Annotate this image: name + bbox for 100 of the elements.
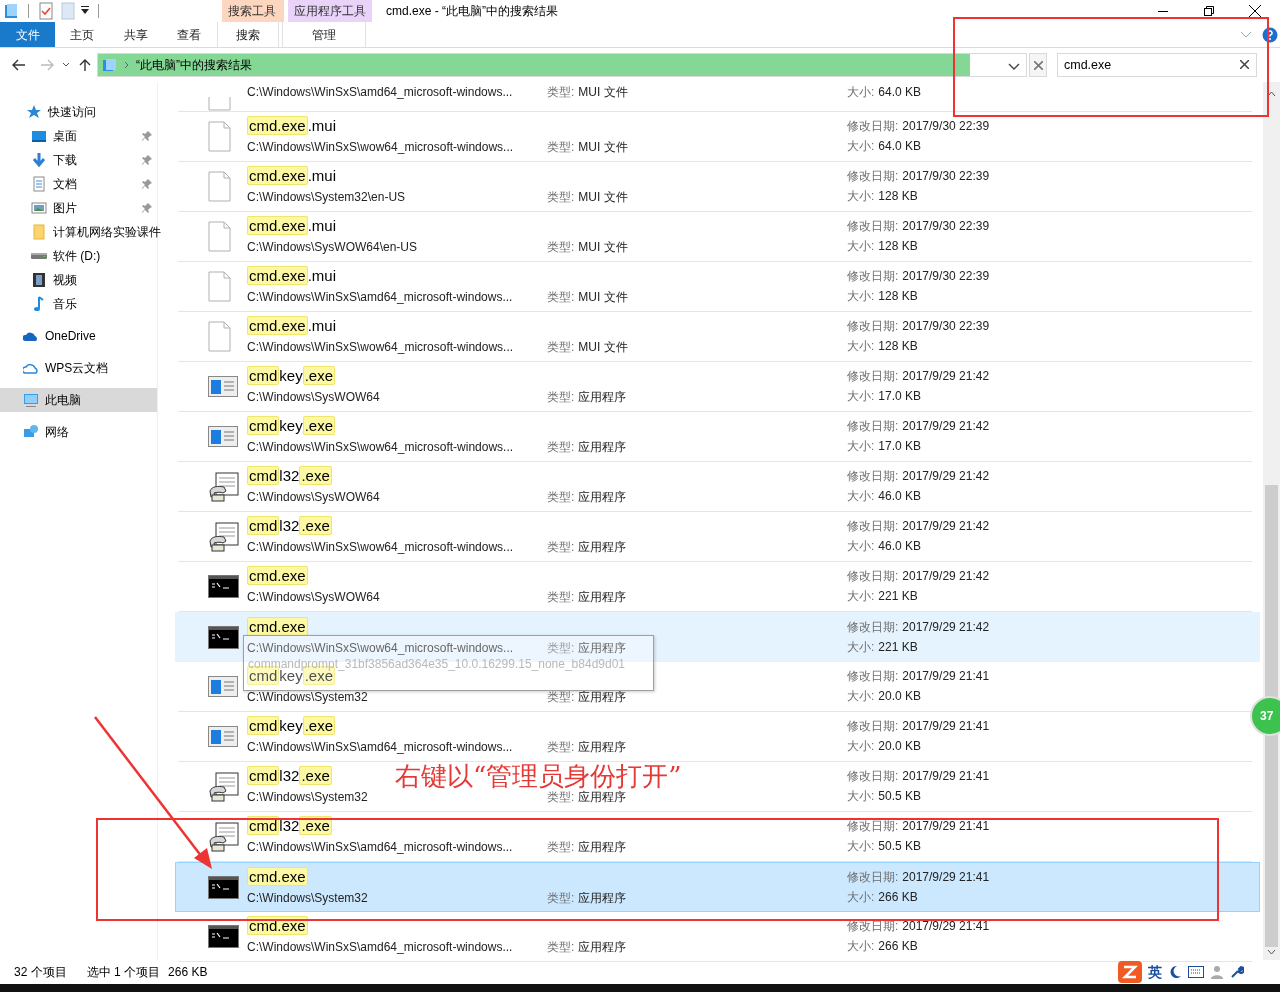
nav-item[interactable]: 网络: [0, 420, 157, 444]
file-row[interactable]: cmdl32.exe C:\Windows\WinSxS\wow64_microsoft-windows... 类型: 应用程序 修改日期: 2017/9/29 21:42 大小: 46.0 KB: [178, 512, 1253, 562]
file-row[interactable]: cmd.exe.mui C:\Windows\SysWOW64\en-US 类型: MUI 文件 修改日期: 2017/9/30 22:39 大小: 128 KB: [178, 212, 1253, 262]
file-row[interactable]: cmdkey.exe C:\Windows\WinSxS\amd64_microsoft-windows... 类型: 应用程序 修改日期: 2017/9/29 21:41 大小: 20.0 KB: [178, 712, 1253, 762]
file-row[interactable]: cmd.exe C:\Windows\System32 类型: 应用程序 修改日期: 2017/9/29 21:41 大小: 266 KB: [175, 862, 1261, 912]
console-icon: [208, 575, 239, 598]
ribbon-tab[interactable]: 主页: [55, 22, 109, 47]
type-value: 应用程序: [578, 891, 627, 905]
checked-document-icon[interactable]: [38, 2, 54, 20]
ribbon-tab[interactable]: 文件: [0, 22, 55, 47]
help-icon[interactable]: [1262, 26, 1278, 43]
nav-label: WPS云文档: [45, 360, 109, 377]
pin-icon[interactable]: [142, 131, 152, 141]
scroll-up-icon[interactable]: [1267, 91, 1277, 97]
type-value: 应用程序: [578, 840, 627, 854]
file-row[interactable]: cmd.exe.mui C:\Windows\WinSxS\amd64_microsoft-windows... 类型: MUI 文件 修改日期: 2017/9/30 22:39 大小: 128 KB: [178, 262, 1253, 312]
nav-item[interactable]: 下载: [0, 148, 157, 172]
chevron-down-icon[interactable]: [1008, 63, 1020, 71]
type-value: 应用程序: [578, 641, 627, 655]
ribbon-tab[interactable]: 共享: [109, 22, 162, 47]
ribbon-tab[interactable]: 管理: [282, 22, 366, 47]
dropdown-icon[interactable]: [80, 6, 90, 16]
size-value: 221 KB: [878, 640, 918, 654]
type-value: MUI 文件: [578, 240, 628, 254]
size-label: 大小:: [847, 739, 875, 753]
nav-item[interactable]: 音乐: [0, 292, 157, 316]
ribbon-tab[interactable]: 搜索: [217, 22, 279, 47]
ribbon-tab[interactable]: 查看: [162, 22, 216, 47]
size-label: 大小:: [847, 789, 875, 803]
file-row[interactable]: cmd.exe.mui C:\Windows\System32\en-US 类型: MUI 文件 修改日期: 2017/9/30 22:39 大小: 128 KB: [178, 162, 1253, 212]
type-label: 类型:: [547, 740, 575, 754]
forward-arrow-icon: [40, 59, 54, 71]
nav-label: 快速访问: [48, 104, 96, 121]
size-value: 128 KB: [878, 339, 918, 353]
file-row[interactable]: cmd.exe.mui C:\Windows\WinSxS\wow64_microsoft-windows... 类型: MUI 文件 修改日期: 2017/9/30 22:39 大小: 128 KB: [178, 312, 1253, 362]
clear-icon[interactable]: [1240, 60, 1249, 69]
date-value: 2017/9/29 21:41: [902, 870, 990, 884]
pin-icon[interactable]: [142, 155, 152, 165]
nav-item[interactable]: WPS云文档: [0, 356, 157, 380]
type-label: 类型:: [547, 940, 575, 954]
date-label: 修改日期:: [847, 620, 899, 634]
file-row[interactable]: C:\Windows\WinSxS\amd64_microsoft-windows... 类型: MUI 文件 大小: 64.0 KB: [178, 82, 1253, 112]
file-row[interactable]: cmd.exe C:\Windows\WinSxS\amd64_microsoft-windows... 类型: 应用程序 修改日期: 2017/9/29 21:41 大小: 266 KB: [178, 912, 1253, 962]
size-label: 大小:: [847, 939, 875, 953]
file-row[interactable]: cmdkey.exe C:\Windows\SysWOW64 类型: 应用程序 修改日期: 2017/9/29 21:42 大小: 17.0 KB: [178, 362, 1253, 412]
nav-label: 网络: [45, 424, 69, 441]
contextual-tab-header: 应用程序工具: [288, 0, 372, 22]
nav-item[interactable]: 快速访问: [0, 100, 157, 124]
type-label: 类型:: [547, 540, 575, 554]
pin-icon[interactable]: [142, 203, 152, 213]
file-row[interactable]: cmdl32.exe C:\Windows\SysWOW64 类型: 应用程序 修改日期: 2017/9/29 21:42 大小: 46.0 KB: [178, 462, 1253, 512]
nav-item[interactable]: 桌面: [0, 124, 157, 148]
keyboard-icon[interactable]: [1188, 966, 1204, 978]
window-icon: [208, 675, 238, 698]
annotation-text: 右键以“管理员身份打开”: [395, 763, 682, 789]
size-value: 20.0 KB: [878, 689, 922, 703]
cancel-button[interactable]: [1029, 53, 1047, 77]
date-label: 修改日期:: [847, 519, 899, 533]
file-path: C:\Windows\WinSxS\amd64_microsoft-windows...: [247, 839, 514, 856]
file-path: C:\Windows\System32: [247, 890, 369, 907]
size-value: 50.5 KB: [878, 839, 922, 853]
pin-icon[interactable]: [142, 179, 152, 189]
file-name: cmd.exe.mui: [247, 316, 338, 337]
file-path: C:\Windows\WinSxS\amd64_microsoft-windows...: [247, 939, 514, 956]
nav-item[interactable]: 文档: [0, 172, 157, 196]
type-value: MUI 文件: [578, 190, 628, 204]
folder-icon[interactable]: [3, 3, 19, 19]
nav-item[interactable]: 视频: [0, 268, 157, 292]
file-row[interactable]: cmd.exe.mui C:\Windows\WinSxS\wow64_microsoft-windows... 类型: MUI 文件 修改日期: 2017/9/30 22:39 大小: 64.0 KB: [178, 112, 1253, 162]
file-path: C:\Windows\WinSxS\amd64_microsoft-windows...: [247, 289, 514, 306]
person-icon[interactable]: [1210, 965, 1224, 979]
file-row[interactable]: cmdkey.exe C:\Windows\WinSxS\wow64_microsoft-windows... 类型: 应用程序 修改日期: 2017/9/29 21:42 大小: 17.0 KB: [178, 412, 1253, 462]
console-icon: [208, 625, 239, 649]
search-field[interactable]: cmd.exe: [1057, 53, 1257, 77]
file-name: cmd.exe: [247, 916, 309, 937]
date-value: 2017/9/29 21:42: [902, 569, 990, 583]
nav-item[interactable]: 软件 (D:): [0, 244, 157, 268]
breadcrumb[interactable]: “此电脑”中的搜索结果: [136, 56, 252, 74]
size-value: 46.0 KB: [878, 539, 922, 553]
date-value: 2017/9/29 21:42: [902, 519, 990, 533]
scroll-down-icon[interactable]: [1267, 949, 1277, 955]
chevron-right-icon[interactable]: [124, 61, 130, 69]
type-value: 应用程序: [578, 490, 627, 504]
nav-item[interactable]: 图片: [0, 196, 157, 220]
nav-item[interactable]: 此电脑: [0, 388, 157, 412]
size-label: 大小:: [847, 489, 875, 503]
wrench-icon[interactable]: [1230, 965, 1244, 979]
address-bar[interactable]: “此电脑”中的搜索结果: [97, 53, 1027, 77]
file-path: C:\Windows\SysWOW64: [247, 589, 381, 606]
nav-item[interactable]: OneDrive: [0, 324, 157, 348]
app-logo-icon[interactable]: [1118, 961, 1142, 983]
type-value: 应用程序: [578, 740, 627, 754]
file-path: C:\Windows\WinSxS\wow64_microsoft-windows...: [247, 139, 515, 156]
input-method-indicator[interactable]: 英: [1148, 961, 1162, 983]
desktop-icon: [31, 128, 47, 144]
moon-icon[interactable]: [1168, 965, 1182, 979]
file-name: cmd.exe.mui: [247, 216, 338, 237]
file-name: cmdkey.exe: [247, 366, 337, 387]
file-name: cmdl32.exe: [247, 466, 333, 487]
type-value: 应用程序: [578, 540, 627, 554]
